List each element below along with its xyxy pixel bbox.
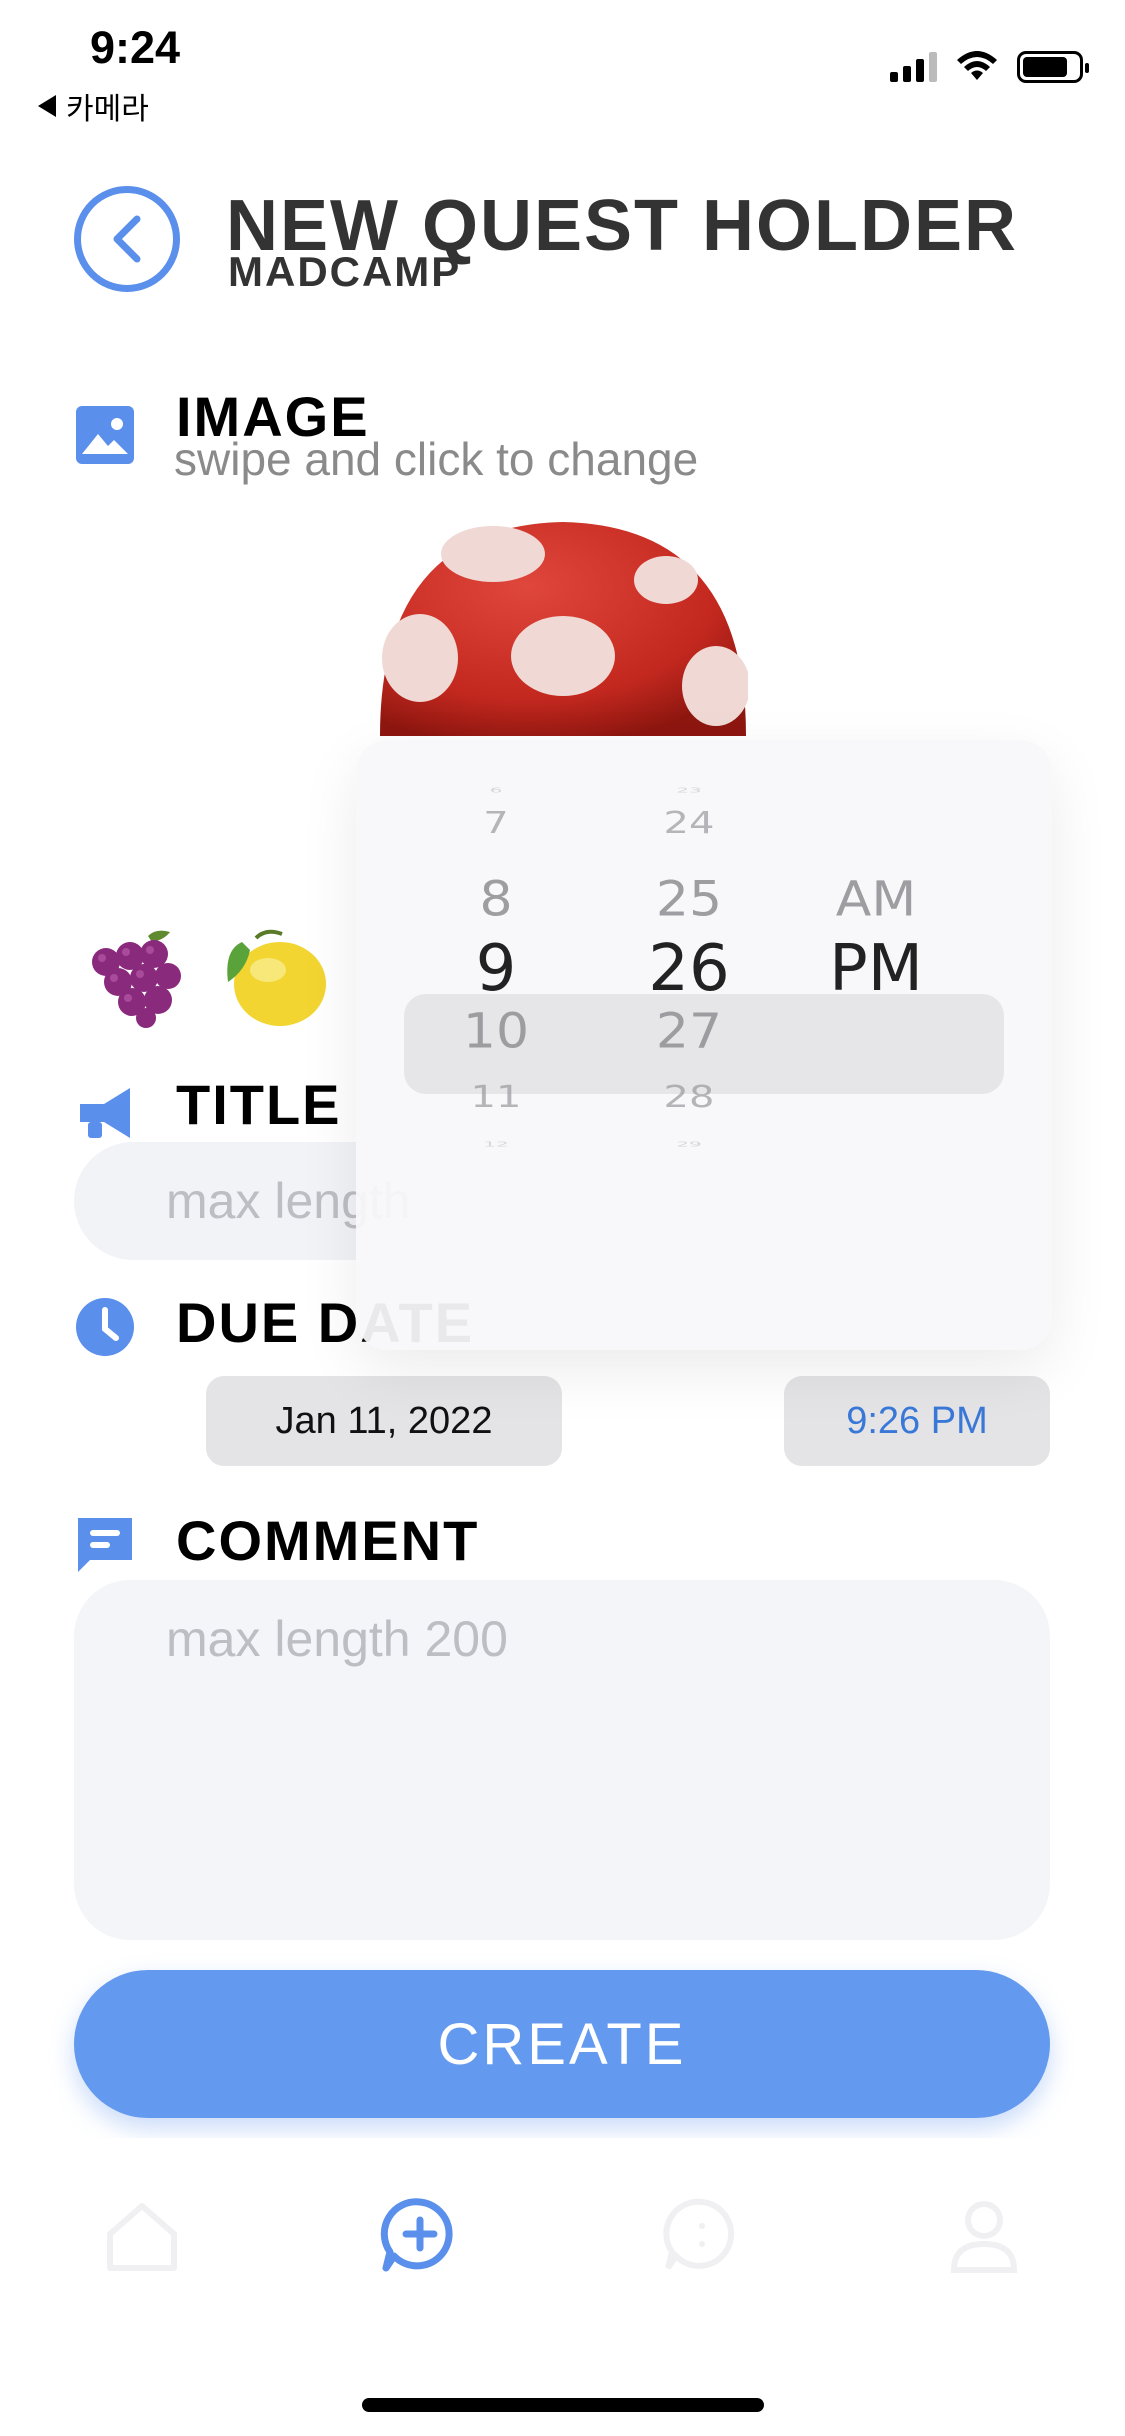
home-indicator	[362, 2398, 764, 2412]
picker-hour-option[interactable]: 7	[416, 806, 576, 841]
status-time: 9:24	[90, 22, 181, 73]
picker-minute-option[interactable]: 24	[609, 806, 769, 841]
picker-hour-option[interactable]: 9	[416, 932, 576, 1006]
mushroom-image[interactable]	[378, 518, 748, 740]
date-picker-button[interactable]: Jan 11, 2022	[206, 1376, 562, 1466]
battery-icon	[1017, 51, 1089, 83]
page-subtitle: MADCAMP	[228, 248, 462, 295]
wifi-icon	[957, 51, 997, 80]
picker-hour-option[interactable]: 11	[416, 1080, 576, 1115]
grapes-image[interactable]	[86, 928, 192, 1028]
back-button[interactable]	[74, 186, 180, 292]
signal-icon	[890, 52, 937, 82]
picker-minute-option[interactable]: 27	[609, 1004, 769, 1059]
picker-minute-option[interactable]: 29	[609, 1140, 769, 1148]
picker-hour-option[interactable]: 12	[416, 1140, 576, 1148]
tab-bar	[0, 2138, 1125, 2436]
picker-minute-option[interactable]: 28	[609, 1080, 769, 1115]
picker-minute-option[interactable]: 25	[609, 872, 769, 927]
back-to-app-link[interactable]: 카메라	[38, 84, 149, 128]
picker-hour-option[interactable]: 8	[416, 872, 576, 927]
time-picker-button[interactable]: 9:26 PM	[784, 1376, 1050, 1466]
lemon-image[interactable]	[220, 924, 330, 1030]
image-hint: swipe and click to change	[174, 433, 699, 485]
chevron-left-icon	[113, 215, 141, 263]
time-picker-popover[interactable]: 6 7 8 9 10 11 12 23 24 25 26 27 28 29 AM PM	[356, 740, 1052, 1350]
back-app-label: 카메라	[66, 93, 149, 126]
image-icon	[76, 406, 134, 464]
comment-section-label: COMMENT	[176, 1509, 480, 1572]
picker-minute-option[interactable]: 26	[609, 932, 769, 1006]
add-quest-icon[interactable]	[380, 2196, 460, 2276]
picker-minute-option[interactable]: 23	[609, 786, 769, 794]
megaphone-icon	[80, 1088, 130, 1138]
picker-hour-option[interactable]: 10	[416, 1004, 576, 1059]
profile-icon[interactable]	[944, 2196, 1024, 2276]
clock-icon	[76, 1298, 134, 1356]
comment-textarea[interactable]: max length 200	[74, 1580, 1050, 1940]
status-indicators	[890, 50, 1089, 84]
comment-placeholder: max length 200	[166, 1611, 508, 1667]
chat-icon[interactable]	[662, 2196, 742, 2276]
picker-ampm-option[interactable]: PM	[796, 932, 956, 1006]
create-button[interactable]: CREATE	[74, 1970, 1050, 2118]
home-icon[interactable]	[102, 2196, 182, 2276]
back-triangle-icon	[38, 95, 56, 117]
picker-ampm-option[interactable]: AM	[796, 872, 956, 927]
picker-hour-option[interactable]: 6	[416, 786, 576, 794]
comment-icon	[78, 1518, 132, 1572]
title-section-label: TITLE	[176, 1073, 342, 1136]
